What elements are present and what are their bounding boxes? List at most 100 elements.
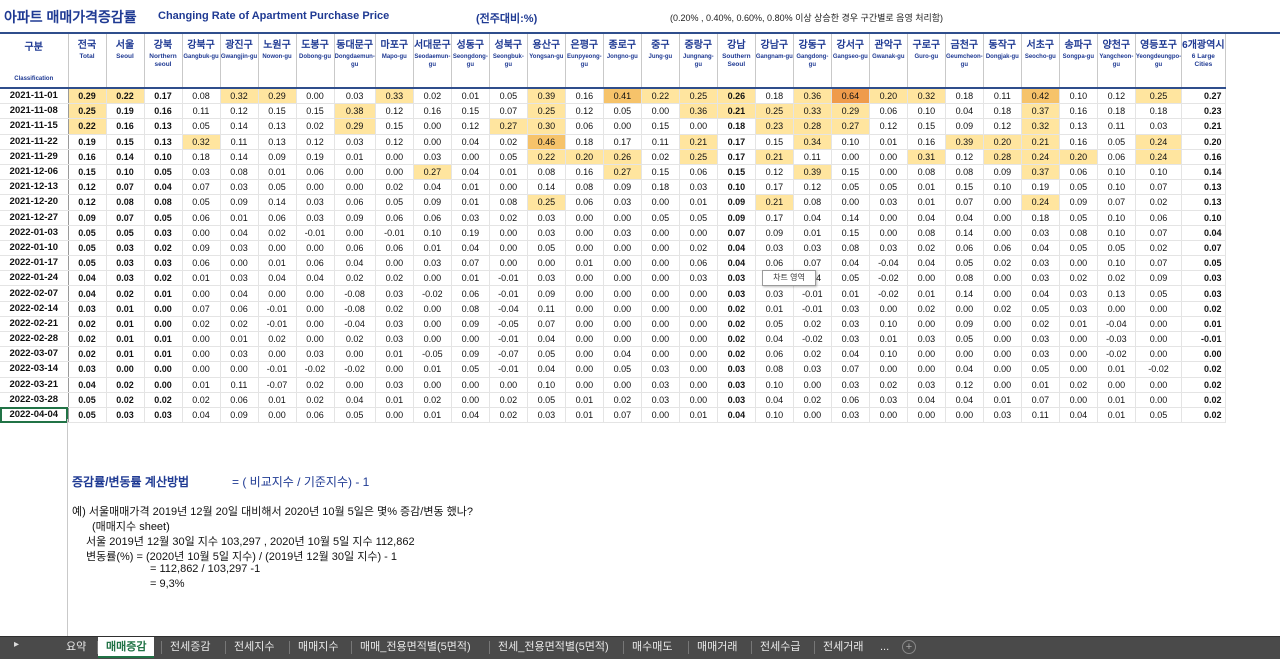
value-cell[interactable]: 0.01	[907, 285, 946, 302]
value-cell[interactable]: 0.02	[106, 285, 145, 302]
value-cell[interactable]: -0.04	[334, 316, 376, 333]
value-cell[interactable]: 0.00	[641, 316, 680, 333]
more-tabs-button[interactable]: ...	[880, 637, 889, 657]
value-cell[interactable]: 0.24	[1135, 149, 1183, 165]
value-cell[interactable]: 0.02	[793, 316, 832, 333]
value-cell[interactable]: 0.00	[182, 331, 221, 348]
value-cell[interactable]: 0.03	[1181, 270, 1226, 287]
value-cell[interactable]: 0.32	[907, 88, 946, 105]
value-cell[interactable]: 0.00	[565, 270, 604, 287]
value-cell[interactable]: 0.09	[983, 164, 1022, 181]
value-cell[interactable]: 0.01	[220, 331, 259, 348]
value-cell[interactable]: 0.06	[220, 301, 259, 317]
value-cell[interactable]: 0.00	[182, 285, 221, 302]
value-cell[interactable]: 0.21	[755, 149, 794, 165]
value-cell[interactable]: 0.08	[907, 225, 946, 241]
value-cell[interactable]: 0.06	[831, 392, 870, 408]
value-cell[interactable]: 0.03	[220, 270, 259, 287]
value-cell[interactable]: 0.15	[907, 118, 946, 135]
value-cell[interactable]: 0.05	[182, 118, 221, 135]
value-cell[interactable]: 0.05	[603, 103, 642, 120]
value-cell[interactable]: 0.00	[334, 179, 376, 196]
value-cell[interactable]: 0.04	[451, 240, 490, 257]
value-cell[interactable]: 0.18	[945, 88, 984, 105]
value-cell[interactable]: 0.05	[375, 194, 414, 211]
value-cell[interactable]: 0.04	[717, 255, 756, 272]
value-cell[interactable]: 0.02	[220, 316, 259, 333]
value-cell[interactable]: 0.03	[679, 270, 718, 287]
value-cell[interactable]: 0.12	[869, 118, 908, 135]
value-cell[interactable]: 0.16	[68, 149, 107, 165]
row-date-cell[interactable]: 2022-01-17	[0, 255, 69, 272]
value-cell[interactable]: 0.10	[106, 164, 145, 181]
value-cell[interactable]: 0.07	[717, 225, 756, 241]
value-cell[interactable]: 0.05	[68, 225, 107, 241]
value-cell[interactable]: 0.08	[1059, 225, 1098, 241]
value-cell[interactable]: 0.02	[182, 392, 221, 408]
value-cell[interactable]: 0.02	[717, 346, 756, 363]
value-cell[interactable]: 0.12	[945, 377, 984, 393]
value-cell[interactable]: 0.00	[603, 210, 642, 226]
value-cell[interactable]: 0.12	[220, 103, 259, 120]
add-sheet-icon[interactable]: +	[902, 640, 916, 654]
value-cell[interactable]: 0.04	[907, 210, 946, 226]
value-cell[interactable]: 0.03	[831, 316, 870, 333]
value-cell[interactable]: 0.02	[717, 301, 756, 317]
value-cell[interactable]: 0.02	[106, 377, 145, 393]
value-cell[interactable]: 0.03	[1021, 225, 1060, 241]
value-cell[interactable]: 0.08	[755, 361, 794, 378]
value-cell[interactable]: 0.07	[603, 407, 642, 424]
value-cell[interactable]: 0.32	[182, 134, 221, 150]
value-cell[interactable]: 0.03	[144, 225, 183, 241]
value-cell[interactable]: 0.03	[144, 407, 183, 424]
value-cell[interactable]: 0.01	[755, 301, 794, 317]
value-cell[interactable]: 0.00	[603, 331, 642, 348]
value-cell[interactable]: 0.03	[1181, 285, 1226, 302]
value-cell[interactable]: -0.01	[258, 316, 297, 333]
value-cell[interactable]: 0.04	[68, 285, 107, 302]
value-cell[interactable]: 0.21	[717, 103, 756, 120]
value-cell[interactable]: 0.01	[1097, 392, 1136, 408]
value-cell[interactable]: 0.25	[679, 88, 718, 105]
value-cell[interactable]: 0.07	[451, 255, 490, 272]
value-cell[interactable]: 0.00	[907, 361, 946, 378]
value-cell[interactable]: 0.04	[1021, 240, 1060, 257]
value-cell[interactable]: 0.04	[296, 270, 335, 287]
value-cell[interactable]: 0.00	[641, 301, 680, 317]
sheet-tab[interactable]: 전세_전용면적별(5면적)	[490, 637, 617, 657]
value-cell[interactable]: 0.01	[106, 346, 145, 363]
value-cell[interactable]: 0.07	[831, 361, 870, 378]
value-cell[interactable]: 0.17	[603, 134, 642, 150]
value-cell[interactable]: 0.00	[945, 346, 984, 363]
value-cell[interactable]: 0.01	[144, 331, 183, 348]
value-cell[interactable]: 0.13	[1181, 179, 1226, 196]
value-cell[interactable]: 0.30	[527, 118, 566, 135]
value-cell[interactable]: 0.20	[1059, 149, 1098, 165]
value-cell[interactable]: 0.18	[717, 118, 756, 135]
value-cell[interactable]: -0.01	[258, 301, 297, 317]
value-cell[interactable]: 0.11	[220, 377, 259, 393]
value-cell[interactable]: 0.15	[641, 118, 680, 135]
value-cell[interactable]: 0.05	[1181, 255, 1226, 272]
value-cell[interactable]: 0.25	[527, 194, 566, 211]
value-cell[interactable]: 0.03	[527, 225, 566, 241]
value-cell[interactable]: 0.21	[755, 194, 794, 211]
value-cell[interactable]: 0.03	[375, 331, 414, 348]
value-cell[interactable]: 0.03	[220, 240, 259, 257]
value-cell[interactable]: 0.03	[375, 377, 414, 393]
value-cell[interactable]: 0.05	[182, 194, 221, 211]
value-cell[interactable]: 0.38	[334, 103, 376, 120]
value-cell[interactable]: 0.03	[334, 134, 376, 150]
value-cell[interactable]: 0.01	[375, 346, 414, 363]
value-cell[interactable]: 0.10	[1135, 164, 1183, 181]
value-cell[interactable]: 0.13	[1181, 194, 1226, 211]
value-cell[interactable]: 0.00	[831, 194, 870, 211]
value-cell[interactable]: 0.03	[831, 331, 870, 348]
value-cell[interactable]: 0.29	[68, 88, 107, 105]
value-cell[interactable]: 0.02	[717, 316, 756, 333]
value-cell[interactable]: 0.01	[565, 407, 604, 424]
value-cell[interactable]: 0.24	[1021, 194, 1060, 211]
value-cell[interactable]: 0.00	[334, 377, 376, 393]
value-cell[interactable]: 0.00	[565, 346, 604, 363]
value-cell[interactable]: 0.09	[334, 210, 376, 226]
